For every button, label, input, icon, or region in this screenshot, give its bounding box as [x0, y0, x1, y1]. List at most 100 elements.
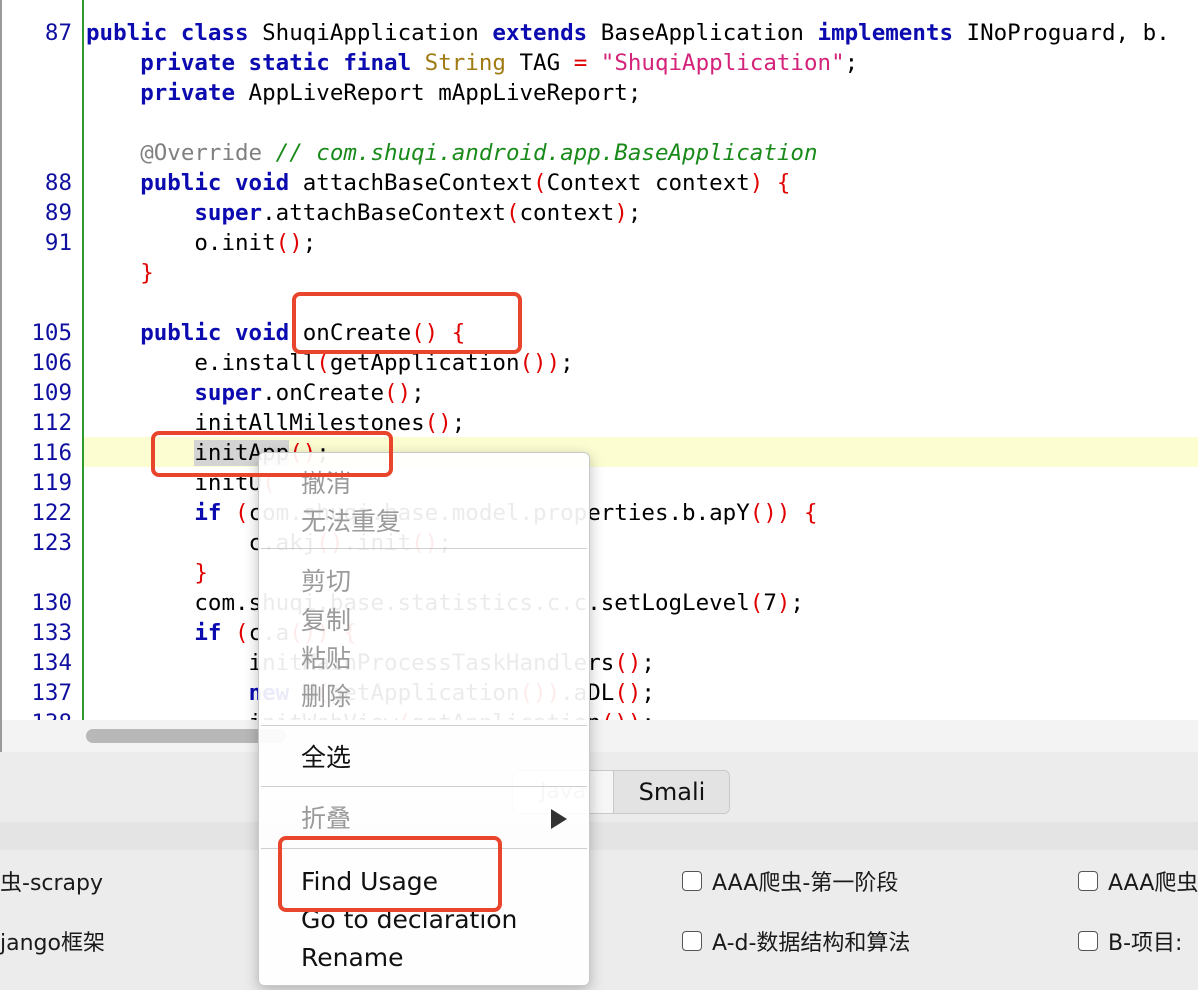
code-token: INoProguard, b.: [953, 20, 1170, 46]
code-token: ;: [844, 50, 859, 76]
code-line[interactable]: 88 public void attachBaseContext(Context…: [2, 168, 1198, 198]
code-line[interactable]: [2, 108, 1198, 138]
bookmark-item[interactable]: AAA爬虫: [1078, 866, 1198, 896]
bookmark-item[interactable]: B-项目:: [1078, 926, 1182, 956]
code-editor[interactable]: 87 public class ShuqiApplication extends …: [0, 0, 1198, 752]
checkbox[interactable]: [682, 931, 702, 951]
code-line[interactable]: }: [2, 558, 1198, 588]
menu-item-rename[interactable]: Rename: [301, 941, 404, 975]
code-line[interactable]: 123 c.akj().init();: [2, 528, 1198, 558]
line-number: 112: [31, 410, 72, 436]
code-line[interactable]: }: [2, 258, 1198, 288]
menu-separator: [261, 548, 587, 549]
line-number: 91: [44, 230, 72, 256]
menu-item-delete[interactable]: 删除: [301, 680, 351, 714]
code-token: (: [533, 170, 547, 196]
code-token: ;: [627, 200, 642, 226]
bookmark-label: 虫-scrapy: [0, 871, 104, 896]
code-line[interactable]: 122 if (com.shuqi.base.model.properties.…: [2, 498, 1198, 528]
code-token: ;: [641, 680, 655, 706]
code-token: TAG: [505, 50, 574, 76]
code-token: ;: [641, 650, 655, 676]
line-number: 106: [31, 350, 72, 376]
menu-item-copy[interactable]: 复制: [301, 604, 351, 638]
code-text: o.init();: [86, 228, 316, 258]
annotation-box-find-usage: [278, 836, 502, 912]
code-token: (): [424, 410, 452, 436]
code-token: public void: [140, 170, 290, 196]
menu-item-paste[interactable]: 粘贴: [301, 642, 351, 676]
annotation-box-oncreate: [292, 292, 522, 354]
code-token: (): [384, 380, 412, 406]
menu-item-select-all[interactable]: 全选: [301, 741, 351, 775]
scrollbar-thumb[interactable]: [86, 729, 286, 743]
code-line[interactable]: 109 super.onCreate();: [2, 378, 1198, 408]
code-line[interactable]: private AppLiveReport mAppLiveReport;: [2, 78, 1198, 108]
code-token: ;: [411, 380, 425, 406]
checkbox[interactable]: [1078, 931, 1098, 951]
code-line[interactable]: @Override // com.shuqi.android.app.BaseA…: [2, 138, 1198, 168]
bookmark-label: B-项目:: [1108, 931, 1183, 956]
code-line[interactable]: 130 com.shuqi.base.statistics.c.c.setLog…: [2, 588, 1198, 618]
bookmark-label: jango框架: [0, 931, 105, 956]
code-line[interactable]: [2, 288, 1198, 318]
code-token: (): [614, 680, 642, 706]
annotation-box-initapp: [151, 431, 393, 477]
code-token: private: [140, 80, 236, 106]
bookmark-item[interactable]: AAA爬虫-第一阶段: [682, 866, 898, 896]
code-token: ;: [790, 590, 804, 616]
code-token: super: [194, 380, 263, 406]
checkbox[interactable]: [1078, 871, 1098, 891]
bookmark-item[interactable]: jango框架: [0, 926, 105, 956]
code-line[interactable]: private static final String TAG = "Shuqi…: [2, 48, 1198, 78]
tab-smali[interactable]: Smali: [613, 771, 729, 813]
code-token: 7: [763, 590, 777, 616]
horizontal-scrollbar[interactable]: [2, 720, 1198, 752]
code-token: (: [235, 500, 249, 526]
code-token: ): [776, 590, 791, 616]
menu-item-redo[interactable]: 无法重复: [301, 505, 401, 539]
code-line[interactable]: 106 e.install(getApplication());: [2, 348, 1198, 378]
code-token: ): [614, 200, 628, 226]
menu-item-fold[interactable]: 折叠: [301, 802, 351, 836]
code-line[interactable]: 105 public void onCreate() {: [2, 318, 1198, 348]
code-line[interactable]: 137 new d(getApplication()).aDL();: [2, 678, 1198, 708]
code-text: private static final String TAG = "Shuqi…: [86, 48, 858, 78]
code-line[interactable]: 87 public class ShuqiApplication extends …: [2, 18, 1198, 48]
bottom-panel: Java Smali 虫-scrapy jango框架 AAA爬虫-第一阶段 A…: [0, 752, 1198, 990]
code-token: super: [194, 200, 263, 226]
code-line[interactable]: 133 if (c.a()) {: [2, 618, 1198, 648]
code-token: ;: [302, 230, 317, 256]
code-token: ;: [560, 350, 574, 376]
code-token: ()): [519, 350, 561, 376]
menu-separator: [261, 725, 587, 726]
code-text: @Override // com.shuqi.android.app.BaseA…: [86, 138, 818, 168]
code-line[interactable]: 134 initMainProcessTaskHandlers();: [2, 648, 1198, 678]
code-token: {: [776, 170, 791, 196]
menu-item-cut[interactable]: 剪切: [301, 565, 351, 599]
line-number: 116: [31, 440, 72, 466]
line-number: 130: [31, 590, 72, 616]
code-token: public void: [140, 320, 290, 346]
bookmark-item[interactable]: A-d-数据结构和算法: [682, 926, 910, 956]
code-line[interactable]: 89 super.attachBaseContext(context);: [2, 198, 1198, 228]
code-token: // com.shuqi.android.app.BaseApplication: [275, 140, 818, 166]
code-token: ()): [749, 500, 791, 526]
code-token: .onCreate: [262, 380, 385, 406]
checkbox[interactable]: [682, 871, 702, 891]
code-token: if: [194, 620, 222, 646]
code-token: public class: [86, 20, 249, 46]
code-line[interactable]: 91 o.init();: [2, 228, 1198, 258]
bookmark-item[interactable]: 虫-scrapy: [0, 866, 103, 896]
code-token: o.init: [86, 230, 276, 256]
